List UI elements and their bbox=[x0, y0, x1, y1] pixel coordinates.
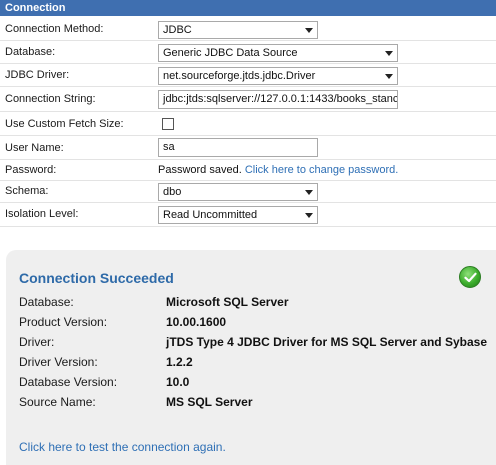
password-saved-text: Password saved. bbox=[158, 164, 242, 176]
connection-method-label: Connection Method: bbox=[5, 23, 104, 35]
check-circle-icon bbox=[459, 266, 481, 288]
isolation-level-row: Isolation Level: Read Uncommitted bbox=[0, 203, 496, 227]
connection-string-row: Connection String: jdbc:jtds:sqlserver:/… bbox=[0, 87, 496, 112]
connection-string-input[interactable]: jdbc:jtds:sqlserver://127.0.0.1:1433/boo… bbox=[158, 90, 398, 109]
jdbc-driver-row: JDBC Driver: net.sourceforge.jtds.jdbc.D… bbox=[0, 64, 496, 87]
password-status: Password saved. Click here to change pas… bbox=[158, 164, 398, 176]
result-label: Product Version: bbox=[19, 315, 108, 329]
result-label: Database: bbox=[19, 295, 74, 309]
result-title: Connection Succeeded bbox=[19, 270, 174, 286]
result-value: Microsoft SQL Server bbox=[166, 295, 289, 309]
chevron-down-icon bbox=[305, 190, 313, 195]
custom-fetch-row: Use Custom Fetch Size: bbox=[0, 112, 496, 136]
result-value: 10.0 bbox=[166, 375, 190, 389]
custom-fetch-checkbox[interactable] bbox=[162, 118, 174, 130]
result-value: jTDS Type 4 JDBC Driver for MS SQL Serve… bbox=[166, 335, 487, 349]
chevron-down-icon bbox=[385, 51, 393, 56]
connection-method-select[interactable]: JDBC bbox=[158, 21, 318, 39]
isolation-level-label: Isolation Level: bbox=[5, 208, 79, 220]
section-header: Connection bbox=[0, 0, 496, 16]
connection-result-panel: Connection Succeeded Database: Microsoft… bbox=[6, 250, 496, 465]
database-label: Database: bbox=[5, 46, 56, 58]
schema-select[interactable]: dbo bbox=[158, 183, 318, 201]
isolation-level-value: Read Uncommitted bbox=[163, 209, 258, 221]
connection-method-row: Connection Method: JDBC bbox=[0, 17, 496, 41]
schema-row: Schema: dbo bbox=[0, 181, 496, 203]
schema-label: Schema: bbox=[5, 185, 49, 197]
user-name-input[interactable]: sa bbox=[158, 138, 318, 157]
connection-string-label: Connection String: bbox=[5, 93, 96, 105]
result-value: MS SQL Server bbox=[166, 395, 253, 409]
retest-connection-link[interactable]: Click here to test the connection again. bbox=[19, 440, 226, 454]
schema-value: dbo bbox=[163, 186, 182, 198]
password-label: Password: bbox=[5, 164, 57, 176]
result-value: 1.2.2 bbox=[166, 355, 193, 369]
result-label: Driver: bbox=[19, 335, 55, 349]
result-label: Driver Version: bbox=[19, 355, 98, 369]
chevron-down-icon bbox=[305, 213, 313, 218]
connection-method-value: JDBC bbox=[163, 24, 192, 36]
password-row: Password: Password saved. Click here to … bbox=[0, 160, 496, 181]
jdbc-driver-label: JDBC Driver: bbox=[5, 69, 70, 81]
database-value: Generic JDBC Data Source bbox=[163, 47, 298, 59]
database-row: Database: Generic JDBC Data Source bbox=[0, 41, 496, 64]
chevron-down-icon bbox=[385, 74, 393, 79]
result-label: Database Version: bbox=[19, 375, 118, 389]
chevron-down-icon bbox=[305, 28, 313, 33]
result-value: 10.00.1600 bbox=[166, 315, 227, 329]
jdbc-driver-select[interactable]: net.sourceforge.jtds.jdbc.Driver bbox=[158, 67, 398, 85]
user-name-row: User Name: sa bbox=[0, 136, 496, 160]
user-name-label: User Name: bbox=[5, 142, 64, 154]
change-password-link[interactable]: Click here to change password. bbox=[245, 164, 398, 176]
isolation-level-select[interactable]: Read Uncommitted bbox=[158, 206, 318, 224]
result-label: Source Name: bbox=[19, 395, 96, 409]
jdbc-driver-value: net.sourceforge.jtds.jdbc.Driver bbox=[163, 70, 316, 82]
custom-fetch-label: Use Custom Fetch Size: bbox=[5, 118, 124, 130]
database-select[interactable]: Generic JDBC Data Source bbox=[158, 44, 398, 62]
